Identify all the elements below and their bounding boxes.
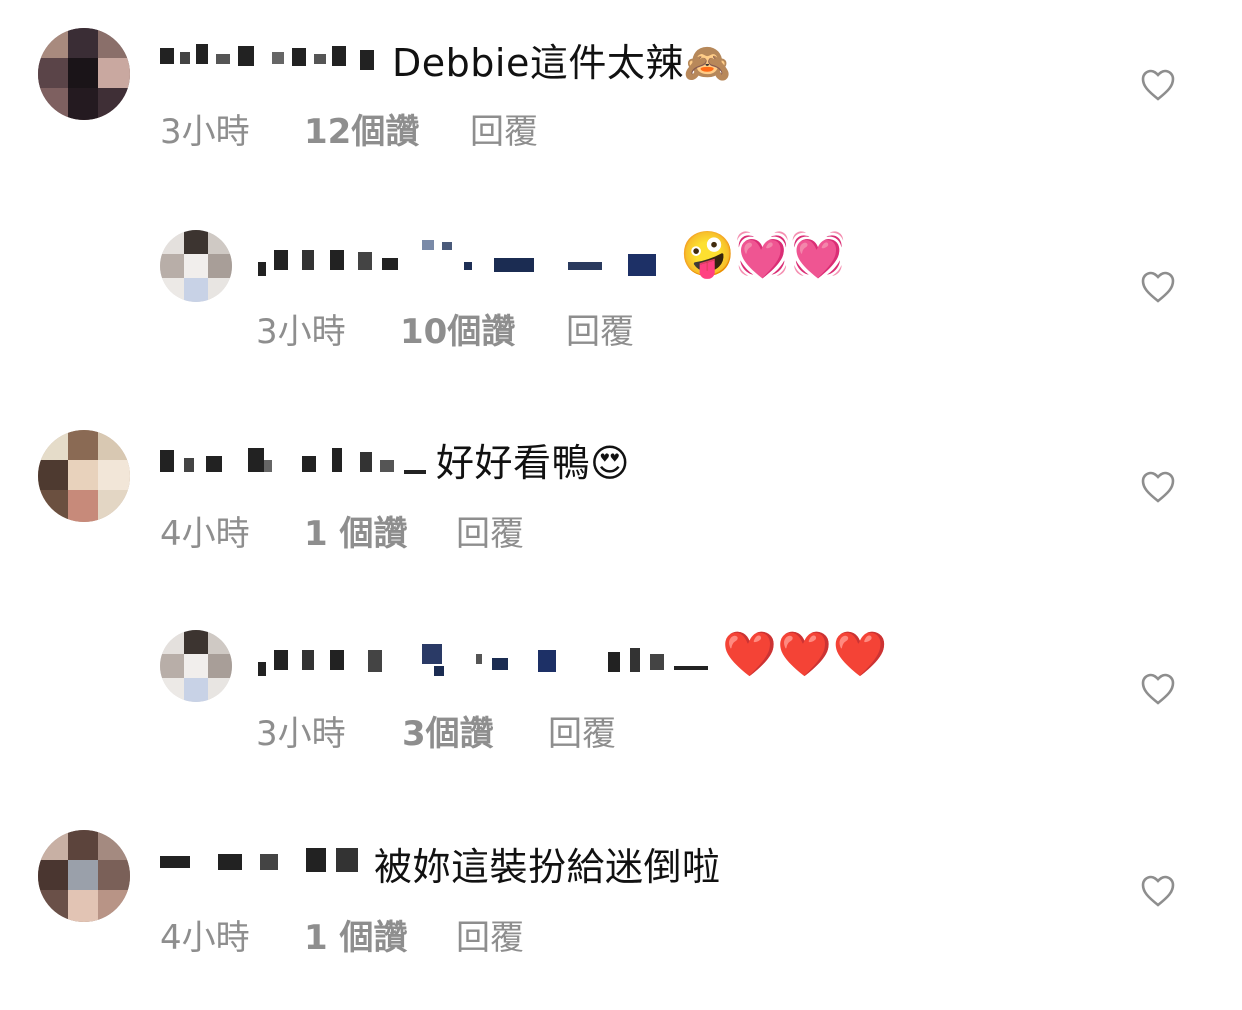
avatar[interactable] <box>38 830 130 922</box>
comment-meta: 3小時 10個讚 回覆 <box>256 304 756 352</box>
reply-button[interactable]: 回覆 <box>566 304 634 353</box>
comment-text: 🤪💓💓 <box>680 229 846 280</box>
username[interactable] <box>160 442 432 482</box>
comment-reply: 🤪💓💓 3小時 10個讚 回覆 <box>0 200 1242 400</box>
avatar[interactable] <box>160 630 232 702</box>
comment: 被妳這裝扮給迷倒啦 4小時 1 個讚 回覆 <box>0 804 1242 1004</box>
comment-time: 4小時 <box>160 514 250 554</box>
avatar[interactable] <box>38 430 130 522</box>
heart-outline-icon[interactable] <box>1140 672 1176 706</box>
reply-button[interactable]: 回覆 <box>456 506 524 555</box>
username[interactable] <box>258 640 714 680</box>
username[interactable] <box>258 240 668 280</box>
like-count[interactable]: 1 個讚 <box>304 910 408 959</box>
heart-outline-icon[interactable] <box>1140 68 1176 102</box>
comment-reply: ❤️❤️❤️ 3小時 3個讚 回覆 <box>0 602 1242 802</box>
comment-time: 3小時 <box>160 112 250 152</box>
heart-outline-icon[interactable] <box>1140 470 1176 504</box>
username[interactable] <box>160 844 364 884</box>
avatar[interactable] <box>38 28 130 120</box>
reply-button[interactable]: 回覆 <box>548 706 616 755</box>
comment-text: 好好看鴨😍 <box>436 441 631 485</box>
comment-meta: 4小時 1 個讚 回覆 <box>160 910 660 958</box>
like-count[interactable]: 12個讚 <box>304 104 419 153</box>
comment-time: 4小時 <box>160 918 250 958</box>
comment-meta: 3小時 12個讚 回覆 <box>160 104 660 152</box>
like-count[interactable]: 1 個讚 <box>304 506 408 555</box>
comment: Debbie這件太辣🙈 3小時 12個讚 回覆 <box>0 0 1242 200</box>
comment-text: ❤️❤️❤️ <box>722 629 888 680</box>
comment-time: 3小時 <box>256 312 346 352</box>
comment-meta: 3小時 3個讚 回覆 <box>256 706 756 754</box>
avatar[interactable] <box>160 230 232 302</box>
username[interactable] <box>160 38 380 78</box>
like-count[interactable]: 3個讚 <box>402 706 494 755</box>
reply-button[interactable]: 回覆 <box>456 910 524 959</box>
reply-button[interactable]: 回覆 <box>470 104 538 153</box>
like-count[interactable]: 10個讚 <box>400 304 515 353</box>
comment-meta: 4小時 1 個讚 回覆 <box>160 506 660 554</box>
heart-outline-icon[interactable] <box>1140 270 1176 304</box>
comment: 好好看鴨😍 4小時 1 個讚 回覆 <box>0 402 1242 602</box>
heart-outline-icon[interactable] <box>1140 874 1176 908</box>
comment-text: Debbie這件太辣🙈 <box>392 41 732 85</box>
comment-time: 3小時 <box>256 714 346 754</box>
comment-text: 被妳這裝扮給迷倒啦 <box>374 845 721 889</box>
